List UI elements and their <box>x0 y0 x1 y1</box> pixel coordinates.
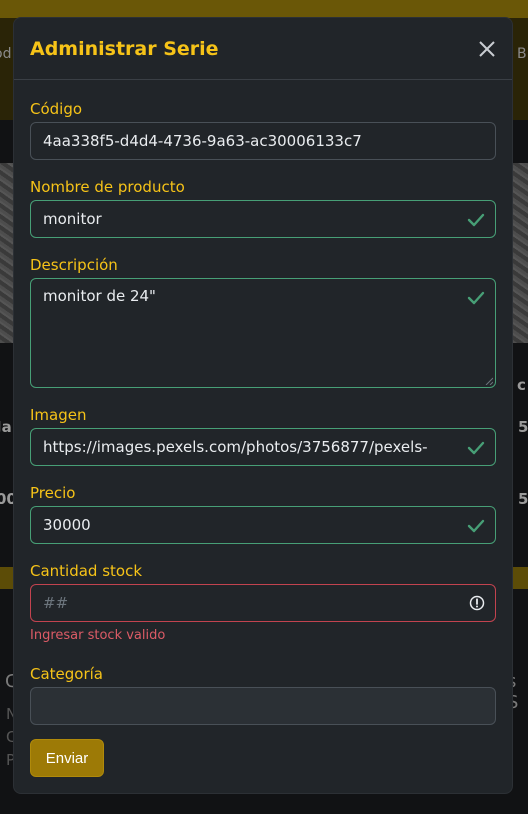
field-precio: Precio 30000 <box>30 482 496 544</box>
imagen-input[interactable]: https://images.pexels.com/photos/3756877… <box>30 428 496 466</box>
field-descripcion: Descripción monitor de 24" <box>30 254 496 388</box>
precio-input[interactable]: 30000 <box>30 506 496 544</box>
field-categoria: Categoría <box>30 663 496 725</box>
categoria-select[interactable] <box>30 687 496 725</box>
stock-label: Cantidad stock <box>30 562 143 580</box>
check-icon <box>467 213 485 227</box>
background-row-text: Ja <box>0 418 12 436</box>
precio-label: Precio <box>30 484 76 502</box>
stock-placeholder: ## <box>43 594 69 612</box>
check-icon <box>467 441 485 455</box>
check-icon <box>467 519 485 533</box>
alert-circle-icon <box>469 595 485 611</box>
close-button[interactable] <box>476 38 498 60</box>
field-stock: Cantidad stock ## Ingresar stock valido <box>30 560 496 643</box>
nombre-label: Nombre de producto <box>30 178 185 196</box>
background-column-header: c <box>517 376 526 394</box>
background-nav-text-right: B <box>517 46 527 62</box>
categoria-label: Categoría <box>30 665 104 683</box>
nombre-input[interactable]: monitor <box>30 200 496 238</box>
resize-handle-icon[interactable] <box>485 377 493 385</box>
imagen-label: Imagen <box>30 406 87 424</box>
stock-input[interactable]: ## <box>30 584 496 622</box>
modal-header: Administrar Serie <box>14 18 512 80</box>
nombre-value: monitor <box>43 210 102 228</box>
modal-title: Administrar Serie <box>30 37 219 60</box>
codigo-label: Código <box>30 100 83 118</box>
background-top-strip <box>0 0 528 18</box>
field-nombre: Nombre de producto monitor <box>30 176 496 238</box>
descripcion-label: Descripción <box>30 256 118 274</box>
precio-value: 30000 <box>43 516 91 534</box>
codigo-value: 4aa338f5-d4d4-4736-9a63-ac30006133c7 <box>43 132 362 150</box>
submit-button[interactable]: Enviar <box>30 739 104 777</box>
descripcion-textarea[interactable]: monitor de 24" <box>30 278 496 388</box>
close-icon <box>479 41 495 57</box>
background-nav-text-left: od <box>0 46 12 62</box>
background-row-text: 5 <box>518 418 528 436</box>
field-imagen: Imagen https://images.pexels.com/photos/… <box>30 404 496 466</box>
imagen-value: https://images.pexels.com/photos/3756877… <box>43 438 428 456</box>
modal-dialog: Administrar Serie Código 4aa338f5-d4d4-4… <box>13 17 513 794</box>
background-image-right <box>512 163 528 343</box>
check-icon <box>467 291 485 305</box>
field-codigo: Código 4aa338f5-d4d4-4736-9a63-ac3000613… <box>30 98 496 160</box>
codigo-input[interactable]: 4aa338f5-d4d4-4736-9a63-ac30006133c7 <box>30 122 496 160</box>
stock-error-message: Ingresar stock valido <box>30 628 166 643</box>
background-row-text: 5 <box>518 490 528 508</box>
descripcion-value: monitor de 24" <box>43 287 156 305</box>
